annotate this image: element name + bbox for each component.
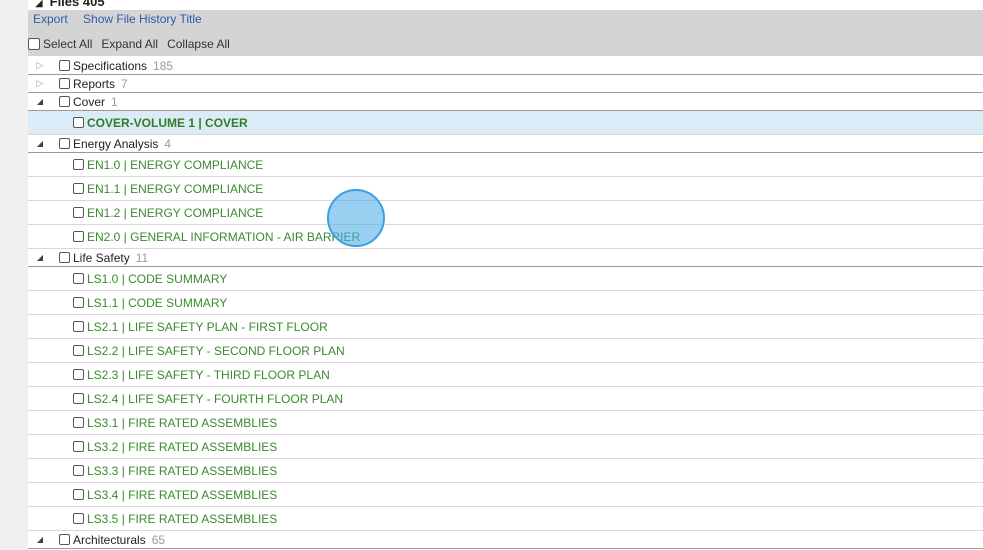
folder-count: 1 (111, 94, 118, 109)
file-row[interactable]: LS2.3 | LIFE SAFETY - THIRD FLOOR PLAN (28, 363, 983, 387)
folder-checkbox[interactable] (59, 60, 70, 71)
select-all-checkbox[interactable] (28, 38, 40, 50)
folder-label[interactable]: Life Safety (73, 251, 130, 265)
expanded-triangle-icon[interactable]: ◢ (31, 253, 49, 262)
file-checkbox[interactable] (73, 513, 84, 524)
file-checkbox[interactable] (73, 117, 84, 128)
folder-row[interactable]: ◢ Cover 1 (28, 93, 983, 111)
files-panel: ◢ Files 405 Export Show File History Tit… (28, 0, 983, 550)
file-row[interactable]: EN1.1 | ENERGY COMPLIANCE (28, 177, 983, 201)
folder-checkbox[interactable] (59, 252, 70, 263)
folder-row[interactable]: ◢ Architecturals 65 (28, 531, 983, 549)
file-checkbox[interactable] (73, 273, 84, 284)
file-link[interactable]: LS2.1 | LIFE SAFETY PLAN - FIRST FLOOR (87, 320, 328, 334)
collapsed-triangle-icon[interactable]: ▷ (31, 78, 49, 89)
file-link[interactable]: LS3.2 | FIRE RATED ASSEMBLIES (87, 440, 277, 454)
folder-label[interactable]: Architecturals (73, 533, 146, 547)
file-row[interactable]: LS2.1 | LIFE SAFETY PLAN - FIRST FLOOR (28, 315, 983, 339)
file-row[interactable]: EN2.0 | GENERAL INFORMATION - AIR BARRIE… (28, 225, 983, 249)
file-checkbox[interactable] (73, 297, 84, 308)
folder-row[interactable]: ◢ Life Safety 11 (28, 249, 983, 267)
file-checkbox[interactable] (73, 369, 84, 380)
file-link[interactable]: EN1.0 | ENERGY COMPLIANCE (87, 158, 263, 172)
expanded-triangle-icon[interactable]: ◢ (32, 0, 46, 9)
file-checkbox[interactable] (73, 159, 84, 170)
expanded-triangle-icon[interactable]: ◢ (31, 139, 49, 148)
file-row[interactable]: LS2.2 | LIFE SAFETY - SECOND FLOOR PLAN (28, 339, 983, 363)
file-row[interactable]: LS2.4 | LIFE SAFETY - FOURTH FLOOR PLAN (28, 387, 983, 411)
file-checkbox[interactable] (73, 207, 84, 218)
folder-label[interactable]: Energy Analysis (73, 137, 158, 151)
folder-count: 185 (153, 58, 174, 73)
file-link[interactable]: LS1.1 | CODE SUMMARY (87, 296, 227, 310)
show-file-history-title-link[interactable]: Show File History Title (83, 12, 202, 26)
file-row[interactable]: LS3.4 | FIRE RATED ASSEMBLIES (28, 483, 983, 507)
expanded-triangle-icon[interactable]: ◢ (31, 97, 49, 106)
file-link[interactable]: LS2.2 | LIFE SAFETY - SECOND FLOOR PLAN (87, 344, 345, 358)
expanded-triangle-icon[interactable]: ◢ (31, 535, 49, 544)
file-link[interactable]: EN1.2 | ENERGY COMPLIANCE (87, 206, 263, 220)
folder-checkbox[interactable] (59, 534, 70, 545)
file-link[interactable]: LS2.4 | LIFE SAFETY - FOURTH FLOOR PLAN (87, 392, 343, 406)
file-row[interactable]: COVER-VOLUME 1 | COVER (28, 111, 983, 135)
folder-row[interactable]: ◢ Energy Analysis 4 (28, 135, 983, 153)
file-checkbox[interactable] (73, 465, 84, 476)
file-row[interactable]: LS3.3 | FIRE RATED ASSEMBLIES (28, 459, 983, 483)
file-link[interactable]: LS3.5 | FIRE RATED ASSEMBLIES (87, 512, 277, 526)
file-link[interactable]: LS2.3 | LIFE SAFETY - THIRD FLOOR PLAN (87, 368, 330, 382)
folder-count: 4 (164, 136, 172, 151)
file-row[interactable]: LS3.5 | FIRE RATED ASSEMBLIES (28, 507, 983, 531)
folder-count: 65 (151, 532, 166, 547)
folder-checkbox[interactable] (59, 96, 70, 107)
toolbar: Export Show File History Title Select Al… (28, 10, 983, 56)
file-tree: ▷ Specifications 185 ▷ Reports 7 ◢ Cover 1 COVER-… (28, 57, 983, 549)
folder-checkbox[interactable] (59, 138, 70, 149)
file-link[interactable]: EN1.1 | ENERGY COMPLIANCE (87, 182, 263, 196)
file-checkbox[interactable] (73, 441, 84, 452)
file-link[interactable]: LS3.1 | FIRE RATED ASSEMBLIES (87, 416, 277, 430)
file-row[interactable]: EN1.0 | ENERGY COMPLIANCE (28, 153, 983, 177)
file-checkbox[interactable] (73, 321, 84, 332)
file-checkbox[interactable] (73, 417, 84, 428)
file-link[interactable]: LS3.3 | FIRE RATED ASSEMBLIES (87, 464, 277, 478)
file-row[interactable]: LS1.0 | CODE SUMMARY (28, 267, 983, 291)
folder-label[interactable]: Cover (73, 95, 105, 109)
click-indicator (327, 189, 385, 247)
folder-checkbox[interactable] (59, 78, 70, 89)
folder-count: 11 (135, 250, 149, 265)
select-all-label[interactable]: Select All (43, 37, 92, 51)
file-row[interactable]: EN1.2 | ENERGY COMPLIANCE (28, 201, 983, 225)
folder-row[interactable]: ▷ Specifications 185 (28, 57, 983, 75)
file-link[interactable]: LS1.0 | CODE SUMMARY (87, 272, 227, 286)
files-title: Files 405 (49, 0, 105, 9)
file-row[interactable]: LS1.1 | CODE SUMMARY (28, 291, 983, 315)
files-header[interactable]: ◢ Files 405 (28, 0, 983, 10)
folder-label[interactable]: Specifications (73, 59, 147, 73)
collapse-all-button[interactable]: Collapse All (167, 37, 230, 51)
file-checkbox[interactable] (73, 231, 84, 242)
export-link[interactable]: Export (33, 12, 68, 26)
folder-row[interactable]: ▷ Reports 7 (28, 75, 983, 93)
file-checkbox[interactable] (73, 489, 84, 500)
file-link[interactable]: COVER-VOLUME 1 | COVER (87, 116, 248, 130)
file-checkbox[interactable] (73, 345, 84, 356)
expand-all-button[interactable]: Expand All (101, 37, 158, 51)
file-link[interactable]: EN2.0 | GENERAL INFORMATION - AIR BARRIE… (87, 230, 360, 244)
file-link[interactable]: LS3.4 | FIRE RATED ASSEMBLIES (87, 488, 277, 502)
file-row[interactable]: LS3.2 | FIRE RATED ASSEMBLIES (28, 435, 983, 459)
file-checkbox[interactable] (73, 393, 84, 404)
collapsed-triangle-icon[interactable]: ▷ (31, 60, 49, 71)
folder-count: 7 (121, 76, 128, 91)
file-row[interactable]: LS3.1 | FIRE RATED ASSEMBLIES (28, 411, 983, 435)
folder-label[interactable]: Reports (73, 77, 115, 91)
file-checkbox[interactable] (73, 183, 84, 194)
